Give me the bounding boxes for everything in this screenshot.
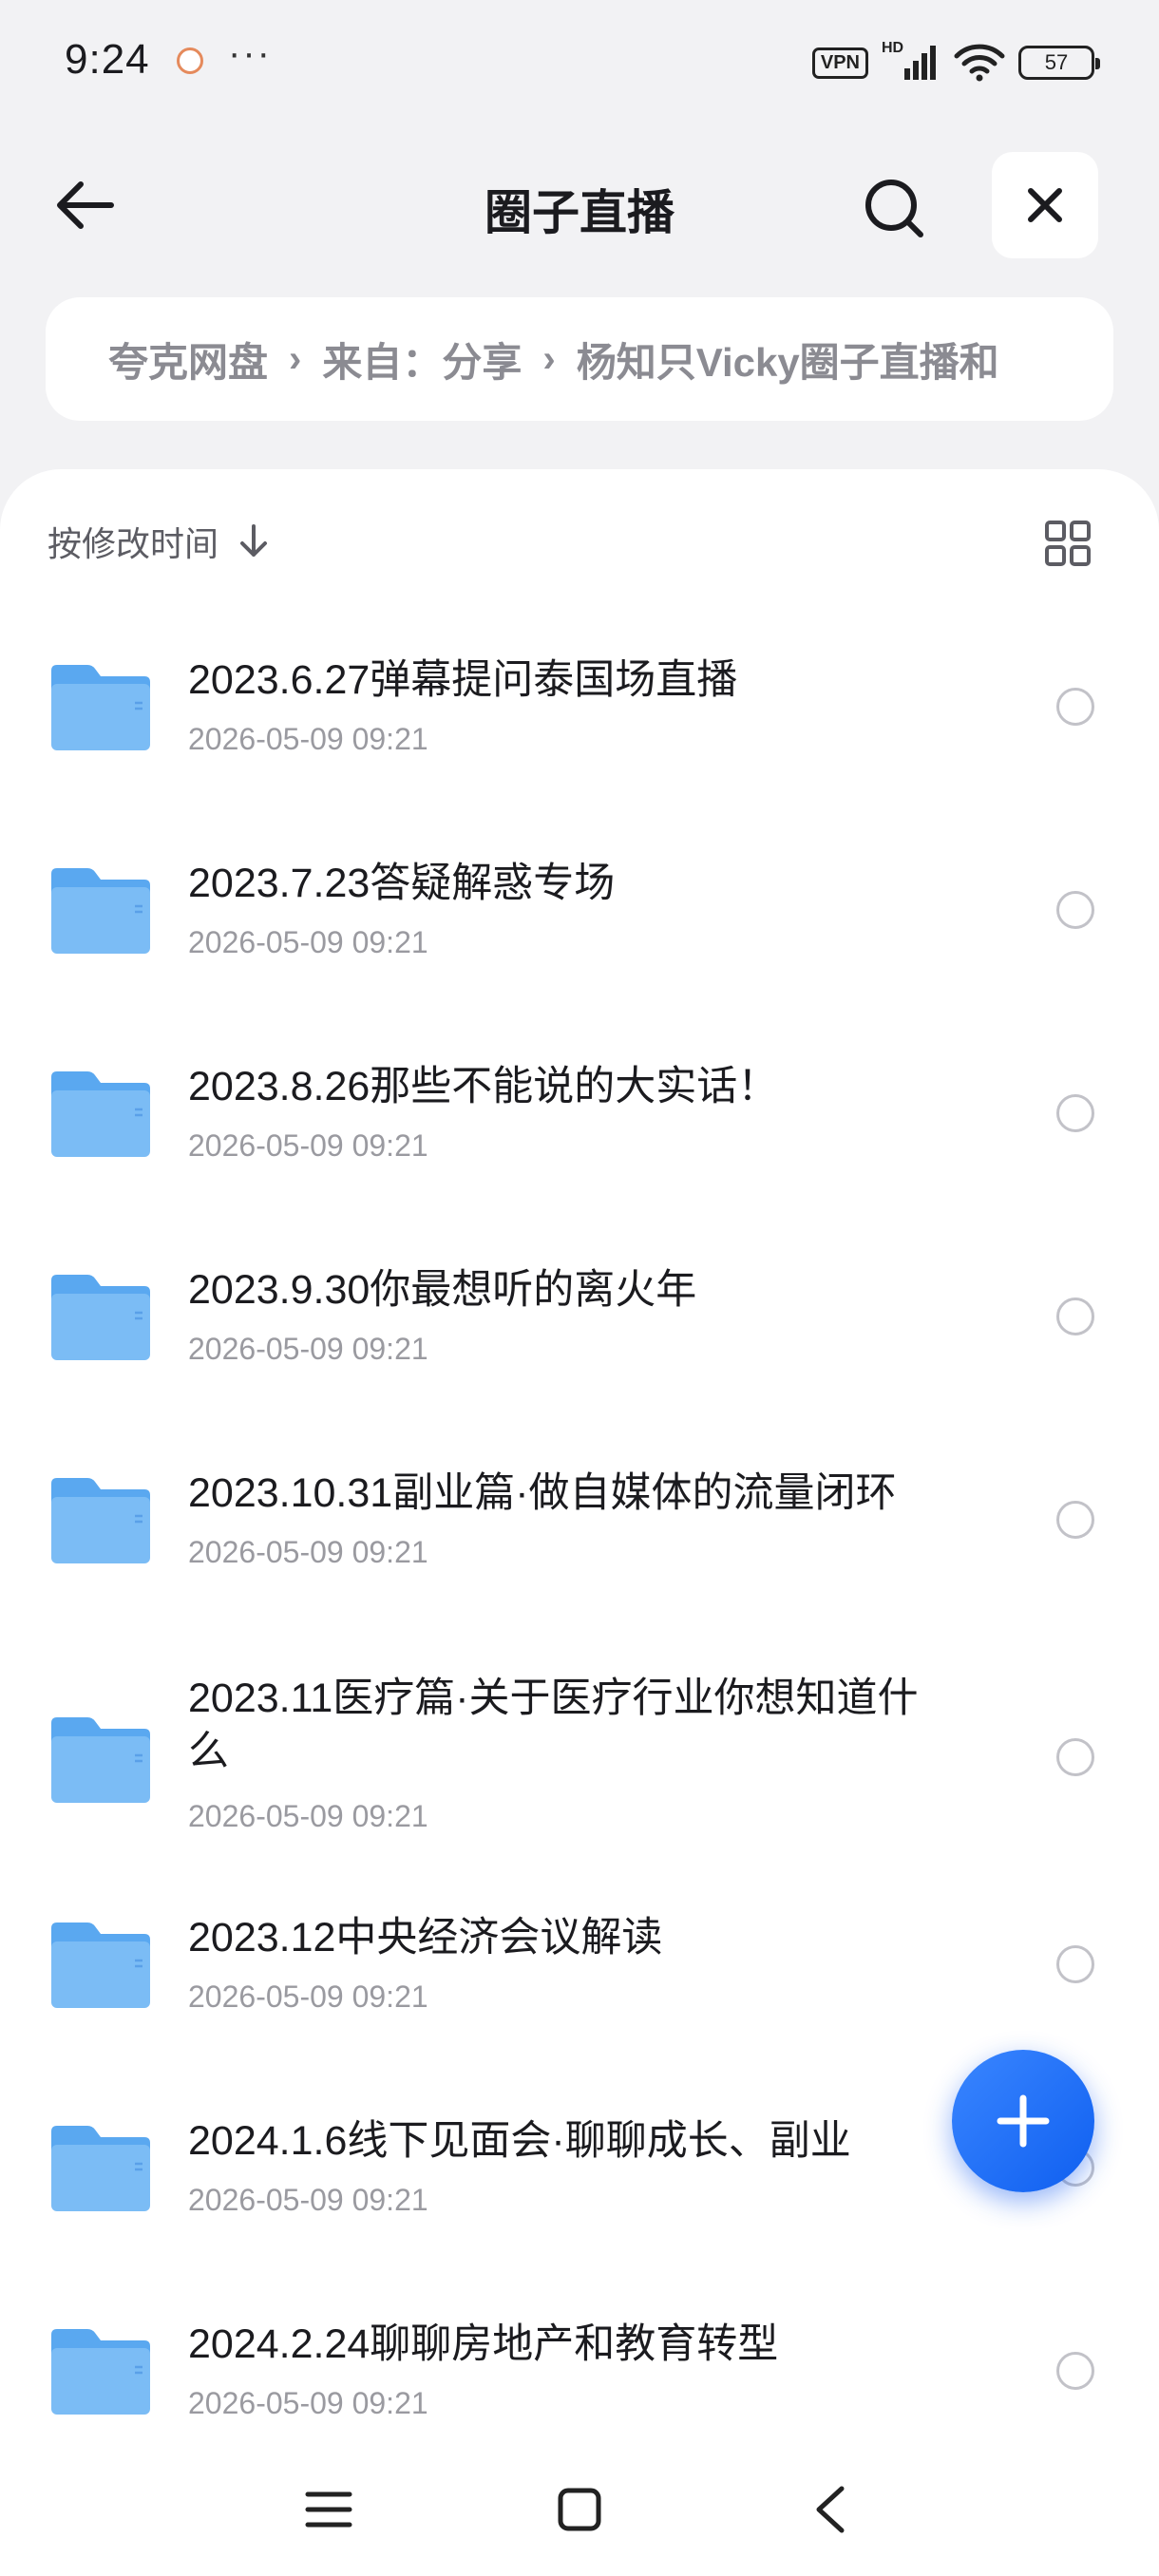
file-name: 2024.2.24聊聊房地产和教育转型	[188, 2321, 779, 2367]
close-icon	[1028, 188, 1062, 222]
search-icon	[865, 180, 923, 237]
file-name: 2023.6.27弹幕提问泰国场直播	[188, 657, 738, 703]
status-indicators: VPN HD 57	[811, 40, 1100, 84]
system-back-button[interactable]	[792, 2472, 868, 2548]
notification-app-icon	[177, 47, 203, 74]
wifi-icon	[954, 44, 1005, 82]
header: 圈子直播	[0, 142, 1159, 268]
page-title: 圈子直播	[484, 186, 674, 239]
system-nav-bar	[0, 2443, 1159, 2576]
vpn-icon: VPN	[811, 47, 868, 79]
folder-icon	[51, 1478, 150, 1563]
plus-icon	[997, 2094, 1050, 2148]
sort-button[interactable]: 按修改时间	[48, 517, 270, 566]
battery-icon: 57	[1018, 46, 1100, 80]
grid-view-icon	[1045, 521, 1091, 566]
menu-icon	[305, 2491, 352, 2528]
file-name: 2023.9.30你最想听的离火年	[188, 1267, 697, 1313]
signal-icon: HD	[882, 40, 940, 82]
status-bar: 9:24 ··· VPN HD 57	[0, 0, 1159, 125]
select-radio[interactable]	[1056, 1094, 1094, 1132]
folder-icon	[51, 1071, 150, 1157]
file-date: 2026-05-09 09:21	[188, 925, 428, 959]
file-name: 2023.7.23答疑解惑专场	[188, 861, 616, 906]
file-row[interactable]: 2023.7.23答疑解惑专场 2026-05-09 09:21	[0, 834, 1159, 1037]
file-date: 2026-05-09 09:21	[188, 2183, 428, 2217]
more-notifications-icon: ···	[228, 32, 272, 74]
breadcrumb: 夸克网盘 › 来自：分享 › 杨知只Vicky圈子直播和	[46, 297, 1113, 421]
folder-icon	[51, 868, 150, 954]
file-row[interactable]: 2023.6.27弹幕提问泰国场直播 2026-05-09 09:21	[0, 631, 1159, 834]
menu-button[interactable]	[291, 2472, 367, 2548]
file-date: 2026-05-09 09:21	[188, 1799, 428, 1833]
breadcrumb-item-current[interactable]: 杨知只Vicky圈子直播和	[577, 331, 999, 388]
breadcrumb-item-root[interactable]: 夸克网盘	[108, 331, 268, 388]
select-radio[interactable]	[1056, 891, 1094, 929]
chevron-left-icon	[816, 2486, 845, 2533]
sort-label: 按修改时间	[48, 524, 219, 563]
select-radio[interactable]	[1056, 1945, 1094, 1983]
close-button[interactable]	[992, 152, 1098, 258]
home-button[interactable]	[542, 2472, 618, 2548]
home-square-icon	[558, 2488, 601, 2531]
chevron-right-icon: ›	[289, 337, 302, 380]
select-radio[interactable]	[1056, 1297, 1094, 1335]
select-radio[interactable]	[1056, 2352, 1094, 2390]
screen: 9:24 ··· VPN HD 57 圈子直播 夸克网盘 › 来自：分享 › 杨…	[0, 0, 1159, 2576]
grid-view-button[interactable]	[1043, 519, 1092, 568]
hd-label: HD	[882, 40, 904, 56]
file-date: 2026-05-09 09:21	[188, 1979, 428, 2014]
breadcrumb-item-share[interactable]: 来自：分享	[322, 331, 522, 388]
file-name: 2023.11医疗篇·关于医疗行业你想知道什么	[188, 1676, 919, 1774]
file-name: 2023.12中央经济会议解读	[188, 1915, 663, 1960]
folder-icon	[51, 1923, 150, 2008]
status-time: 9:24	[65, 36, 150, 83]
file-name: 2024.1.6线下见面会·聊聊成长、副业	[188, 2118, 851, 2164]
add-button[interactable]	[952, 2050, 1094, 2192]
folder-icon	[51, 2126, 150, 2211]
select-radio[interactable]	[1056, 1738, 1094, 1776]
file-date: 2026-05-09 09:21	[188, 722, 428, 756]
search-button[interactable]	[853, 167, 935, 249]
file-row[interactable]: 2023.9.30你最想听的离火年 2026-05-09 09:21	[0, 1241, 1159, 1444]
select-radio[interactable]	[1056, 1501, 1094, 1539]
chevron-right-icon: ›	[542, 337, 556, 380]
select-radio[interactable]	[1056, 688, 1094, 726]
file-date: 2026-05-09 09:21	[188, 1128, 428, 1163]
folder-icon	[51, 1275, 150, 1360]
folder-icon	[51, 2329, 150, 2415]
file-row[interactable]: 2023.8.26那些不能说的大实话！ 2026-05-09 09:21	[0, 1037, 1159, 1241]
file-name: 2023.10.31副业篇·做自媒体的流量闭环	[188, 1470, 897, 1516]
folder-icon	[51, 665, 150, 750]
file-name: 2023.8.26那些不能说的大实话！	[188, 1064, 779, 1109]
arrow-down-icon	[240, 524, 268, 557]
file-row[interactable]: 2023.11医疗篇·关于医疗行业你想知道什么 2026-05-09 09:21	[0, 1647, 1159, 1888]
file-row[interactable]: 2023.10.31副业篇·做自媒体的流量闭环 2026-05-09 09:21	[0, 1444, 1159, 1647]
folder-icon	[51, 1717, 150, 1803]
file-date: 2026-05-09 09:21	[188, 1332, 428, 1366]
file-list-panel: 按修改时间 2023.6.27弹幕提问泰国场直播 2026-05-09 09:21…	[0, 469, 1159, 2576]
file-date: 2026-05-09 09:21	[188, 1535, 428, 1569]
file-date: 2026-05-09 09:21	[188, 2386, 428, 2420]
